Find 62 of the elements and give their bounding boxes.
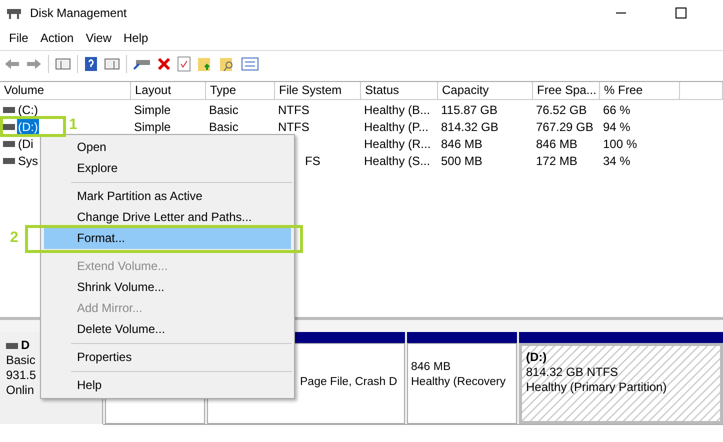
table-cell-text: 66 %: [602, 102, 632, 119]
column-header[interactable]: Status: [361, 82, 438, 99]
menu-item[interactable]: Help: [44, 375, 291, 396]
column-header[interactable]: Free Spa...: [533, 82, 600, 99]
menu-item: Extend Volume...: [76, 258, 169, 275]
disk-info: Basic: [6, 353, 36, 368]
disk-info: Onlin: [6, 383, 34, 398]
table-cell-text: FS: [304, 153, 322, 170]
column-header[interactable]: Volume: [0, 82, 131, 99]
column-header[interactable]: Capacity: [438, 82, 533, 99]
partition-info: Healthy (Recovery: [411, 375, 507, 390]
table-cell[interactable]: (Di: [17, 135, 34, 153]
column-header[interactable]: Type: [206, 82, 275, 99]
table-cell-text: Basic: [208, 119, 240, 136]
partition-info: 814.32 GB NTFS: [526, 365, 620, 380]
table-cell[interactable]: Sys: [17, 152, 40, 170]
menu-item[interactable]: Action: [35, 27, 79, 49]
table-cell-text: 767.29 GB: [535, 119, 594, 136]
menu-item[interactable]: Help: [118, 27, 154, 49]
disk-info: 931.5: [6, 368, 36, 383]
table-cell-text: 100 %: [602, 136, 638, 153]
menu-item[interactable]: Explore: [44, 158, 291, 179]
table-cell-text: 500 MB: [440, 153, 484, 170]
menu-item[interactable]: Open: [44, 137, 291, 158]
table-cell-text: 76.52 GB: [535, 102, 588, 119]
partition-info: Page File, Crash D: [299, 375, 398, 390]
table-cell-text: 34 %: [602, 153, 632, 170]
table-cell[interactable]: (C:): [17, 101, 39, 119]
menu-item[interactable]: Mark Partition as Active: [44, 186, 291, 207]
table-cell-text: 94 %: [602, 119, 632, 136]
menu-item[interactable]: Properties: [44, 347, 291, 368]
window-title: Disk Management: [30, 5, 127, 22]
disk-name: D: [21, 338, 30, 353]
menu-item: Add Mirror...: [76, 300, 144, 317]
table-cell-text: 846 MB: [535, 136, 578, 153]
table-cell-text: 115.87 GB: [440, 102, 498, 119]
step-number: 2: [10, 228, 18, 248]
menu-item[interactable]: Change Drive Letter and Paths...: [44, 207, 291, 228]
table-cell-text: Simple: [133, 119, 172, 136]
table-cell-text: Healthy (R...: [363, 136, 432, 153]
menu-item[interactable]: View: [80, 27, 116, 49]
partition-info: 846 MB: [411, 360, 452, 375]
table-cell-text: 846 MB: [440, 136, 484, 153]
table-cell-text: Healthy (P...: [363, 119, 430, 136]
table-cell-text: Simple: [133, 102, 172, 119]
partition-info: Healthy (Primary Partition): [526, 380, 668, 395]
partition-title: (D:): [526, 350, 548, 365]
table-cell-text: NTFS: [277, 119, 310, 136]
table-cell-text: Basic: [208, 102, 240, 119]
table-cell-text: NTFS: [277, 102, 310, 119]
column-header[interactable]: File System: [275, 82, 361, 99]
table-cell-text: Healthy (S...: [363, 153, 432, 170]
menu-item[interactable]: Delete Volume...: [44, 319, 291, 340]
menu-item[interactable]: File: [4, 27, 34, 49]
menu-item[interactable]: Format...: [44, 228, 291, 249]
table-cell-text: 172 MB: [535, 153, 578, 170]
column-header[interactable]: % Free: [600, 82, 680, 99]
step-number: 1: [69, 115, 78, 135]
table-cell-text: 814.32 GB: [440, 119, 500, 136]
column-header[interactable]: Layout: [131, 82, 206, 99]
table-cell-text: Healthy (B...: [363, 102, 432, 119]
menu-item[interactable]: Shrink Volume...: [44, 277, 291, 298]
